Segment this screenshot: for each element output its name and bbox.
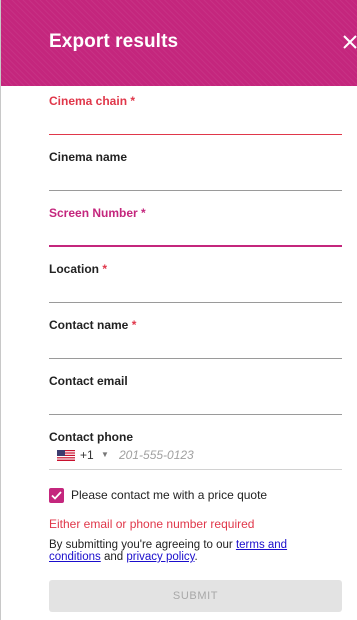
terms-notice: By submitting you're agreeing to our ter…: [49, 539, 288, 563]
screen-number-field: Screen Number *: [49, 206, 342, 256]
checkmark-icon: [51, 491, 62, 500]
contact-email-underline: [49, 414, 342, 415]
cinema-chain-input[interactable]: [49, 110, 342, 132]
phone-input-row: +1 ▼: [49, 446, 342, 470]
screen-number-label: Screen Number *: [49, 206, 146, 220]
dialog-header: Export results: [1, 0, 357, 86]
screen-number-underline: [49, 245, 342, 247]
contact-phone-underline: [49, 469, 342, 470]
contact-name-input[interactable]: [49, 334, 342, 356]
privacy-link[interactable]: privacy policy: [126, 551, 194, 563]
contact-name-field: Contact name *: [49, 318, 342, 368]
dialog-title: Export results: [49, 31, 179, 52]
cinema-name-field: Cinema name: [49, 150, 342, 200]
dial-code-dropdown-icon[interactable]: ▼: [101, 450, 109, 459]
contact-email-input[interactable]: [49, 390, 342, 412]
us-flag-icon[interactable]: [57, 450, 75, 461]
cinema-name-label: Cinema name: [49, 150, 128, 164]
contact-email-label: Contact email: [49, 374, 128, 388]
location-label: Location *: [49, 262, 108, 276]
screen-number-input[interactable]: [49, 222, 342, 244]
cinema-chain-underline: [49, 134, 342, 135]
dial-code[interactable]: +1: [80, 448, 94, 462]
price-quote-checkbox[interactable]: [49, 488, 64, 503]
submit-button[interactable]: SUBMIT: [49, 580, 342, 612]
contact-name-underline: [49, 358, 342, 359]
price-quote-checkbox-label: Please contact me with a price quote: [71, 488, 268, 502]
location-underline: [49, 302, 342, 303]
contact-error-message: Either email or phone number required: [49, 517, 255, 531]
panel-left-border: [0, 0, 1, 620]
cinema-name-underline: [49, 190, 342, 191]
cinema-name-input[interactable]: [49, 166, 342, 188]
contact-phone-field: Contact phone: [49, 430, 342, 446]
cinema-chain-label: Cinema chain *: [49, 94, 136, 108]
location-field: Location *: [49, 262, 342, 312]
contact-phone-input[interactable]: [119, 446, 339, 464]
cinema-chain-field: Cinema chain *: [49, 94, 342, 144]
location-input[interactable]: [49, 278, 342, 300]
contact-email-field: Contact email: [49, 374, 342, 424]
contact-phone-label: Contact phone: [49, 430, 133, 444]
close-icon[interactable]: [341, 31, 357, 53]
contact-name-label: Contact name *: [49, 318, 137, 332]
